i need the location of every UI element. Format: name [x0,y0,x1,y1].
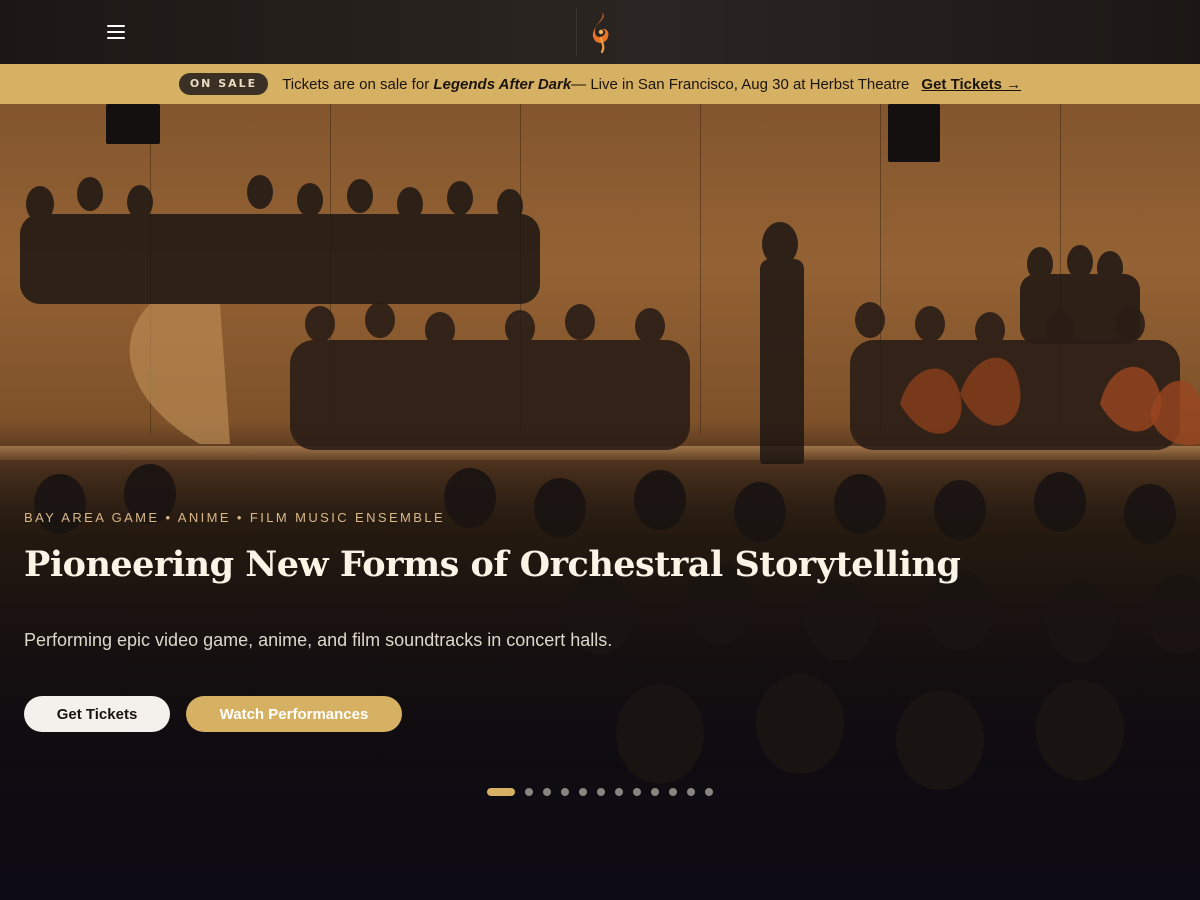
hero-section: BAY AREA GAME • ANIME • FILM MUSIC ENSEM… [0,104,1200,900]
carousel-dot-3[interactable] [543,788,551,796]
banner-get-tickets-link[interactable]: Get Tickets → [921,76,1021,93]
hero-headline: Pioneering New Forms of Orchestral Story… [24,544,961,585]
carousel-dot-12[interactable] [705,788,713,796]
hero-eyebrow: BAY AREA GAME • ANIME • FILM MUSIC ENSEM… [24,510,446,525]
carousel-dot-11[interactable] [687,788,695,796]
flame-note-logo-icon[interactable] [586,10,614,54]
carousel-dot-4[interactable] [561,788,569,796]
orchestra-concert-photo [0,104,1200,900]
logo-divider [576,8,577,56]
message-suffix: — Live in San Francisco, Aug 30 at Herbs… [571,75,910,93]
carousel-dot-10[interactable] [669,788,677,796]
carousel-indicators [487,788,723,796]
carousel-dot-9[interactable] [651,788,659,796]
carousel-dot-6[interactable] [597,788,605,796]
get-tickets-button[interactable]: Get Tickets [24,696,170,732]
hero-subheadline: Performing epic video game, anime, and f… [24,630,613,650]
carousel-dot-2[interactable] [525,788,533,796]
announcement-banner: ON SALE Tickets are on sale for Legends … [0,64,1200,104]
announcement-message: Tickets are on sale for Legends After Da… [282,76,909,93]
carousel-dot-8[interactable] [633,788,641,796]
message-prefix: Tickets are on sale for [282,75,434,93]
carousel-dot-5[interactable] [579,788,587,796]
top-navigation-bar [0,0,1200,64]
watch-performances-button[interactable]: Watch Performances [186,696,402,732]
carousel-dot-1[interactable] [487,788,515,796]
hamburger-menu-icon[interactable] [104,22,128,42]
on-sale-badge: ON SALE [178,73,269,95]
carousel-dot-7[interactable] [615,788,623,796]
event-name: Legends After Dark [433,75,572,93]
